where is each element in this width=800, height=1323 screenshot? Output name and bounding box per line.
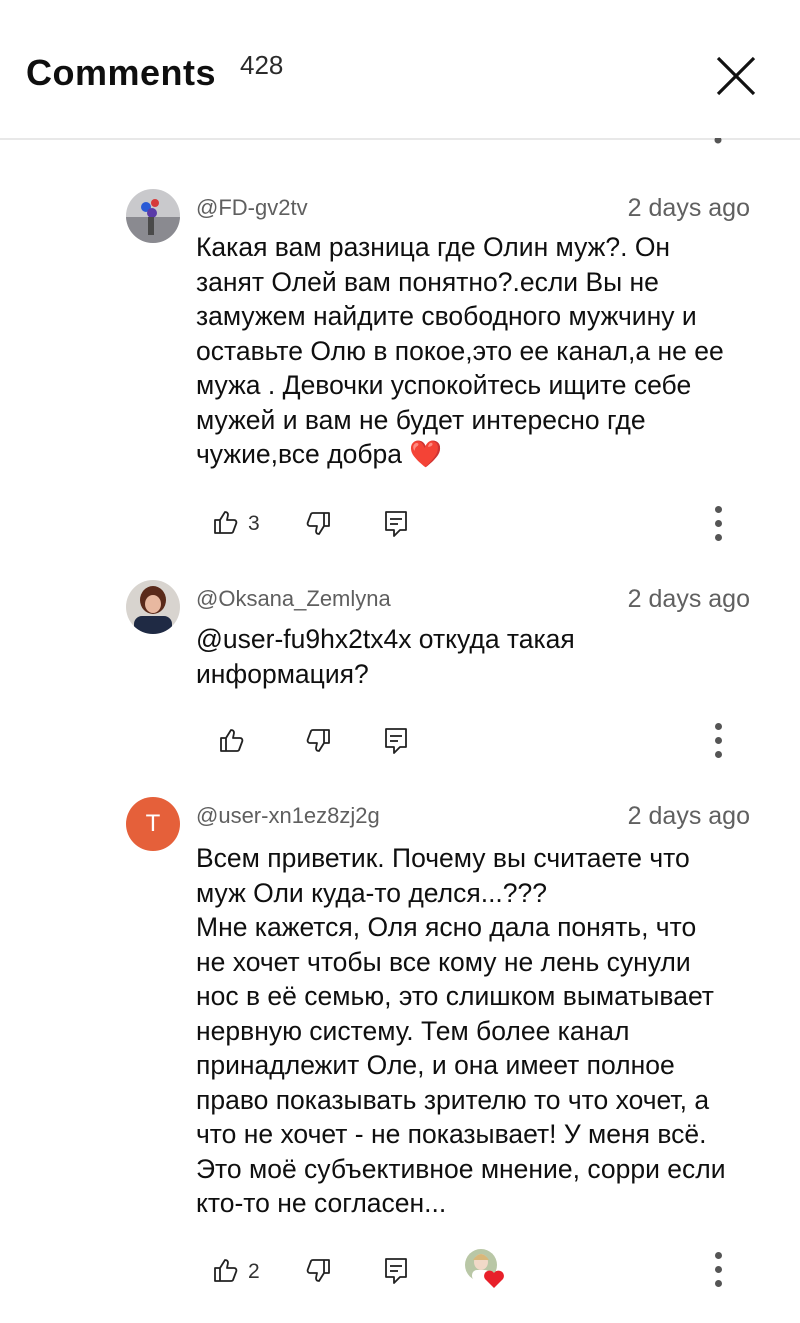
- reply-button[interactable]: [384, 1257, 408, 1290]
- dislike-button[interactable]: [304, 727, 332, 760]
- reply-icon: [385, 728, 407, 754]
- more-icon[interactable]: [712, 506, 724, 544]
- dislike-button[interactable]: [304, 1257, 332, 1290]
- comment-timestamp: 2 days ago: [627, 802, 750, 830]
- comment-count: 428: [240, 50, 284, 80]
- reply-button[interactable]: [384, 727, 408, 760]
- comment-timestamp: 2 days ago: [627, 585, 750, 613]
- more-icon[interactable]: [712, 1252, 724, 1290]
- avatar[interactable]: T: [126, 797, 180, 851]
- reply-icon: [385, 1258, 407, 1284]
- comment-body: Какая вам разница где Олин муж?. Он заня…: [196, 232, 724, 469]
- like-icon: [214, 1259, 238, 1282]
- like-icon: [220, 729, 244, 752]
- avatar[interactable]: [126, 580, 180, 634]
- comment-timestamp: 2 days ago: [627, 194, 750, 222]
- comment-text: Какая вам разница где Олин муж?. Он заня…: [196, 230, 766, 472]
- dislike-icon: [306, 1259, 330, 1282]
- close-icon[interactable]: [714, 54, 758, 98]
- more-icon[interactable]: [712, 723, 724, 761]
- dislike-button[interactable]: [304, 510, 332, 543]
- like-button[interactable]: [212, 1256, 240, 1289]
- panel-title: Comments: [26, 52, 217, 93]
- avatar[interactable]: [126, 189, 180, 243]
- creator-heart-icon: [464, 1248, 508, 1290]
- like-icon: [214, 511, 238, 534]
- comment-author[interactable]: @FD-gv2tv: [196, 195, 308, 221]
- heart-emoji: ❤️: [409, 439, 443, 469]
- like-button[interactable]: [218, 726, 246, 759]
- like-count: 2: [248, 1260, 260, 1283]
- comment-text: @user-fu9hx2tx4x откуда такая информация…: [196, 624, 575, 689]
- comments-header: Comments 428: [0, 0, 800, 140]
- comment-text: Всем приветик. Почему вы считаете что му…: [196, 843, 726, 1218]
- reply-button[interactable]: [384, 510, 408, 543]
- dislike-icon: [306, 729, 330, 752]
- dislike-icon: [306, 512, 330, 535]
- like-button[interactable]: [212, 508, 240, 541]
- comment-author[interactable]: @user-xn1ez8zj2g: [196, 803, 380, 829]
- like-count: 3: [248, 512, 260, 535]
- reply-icon: [385, 511, 407, 537]
- previous-comment-actions: [0, 138, 800, 150]
- comment-author[interactable]: @Oksana_Zemlyna: [196, 586, 391, 612]
